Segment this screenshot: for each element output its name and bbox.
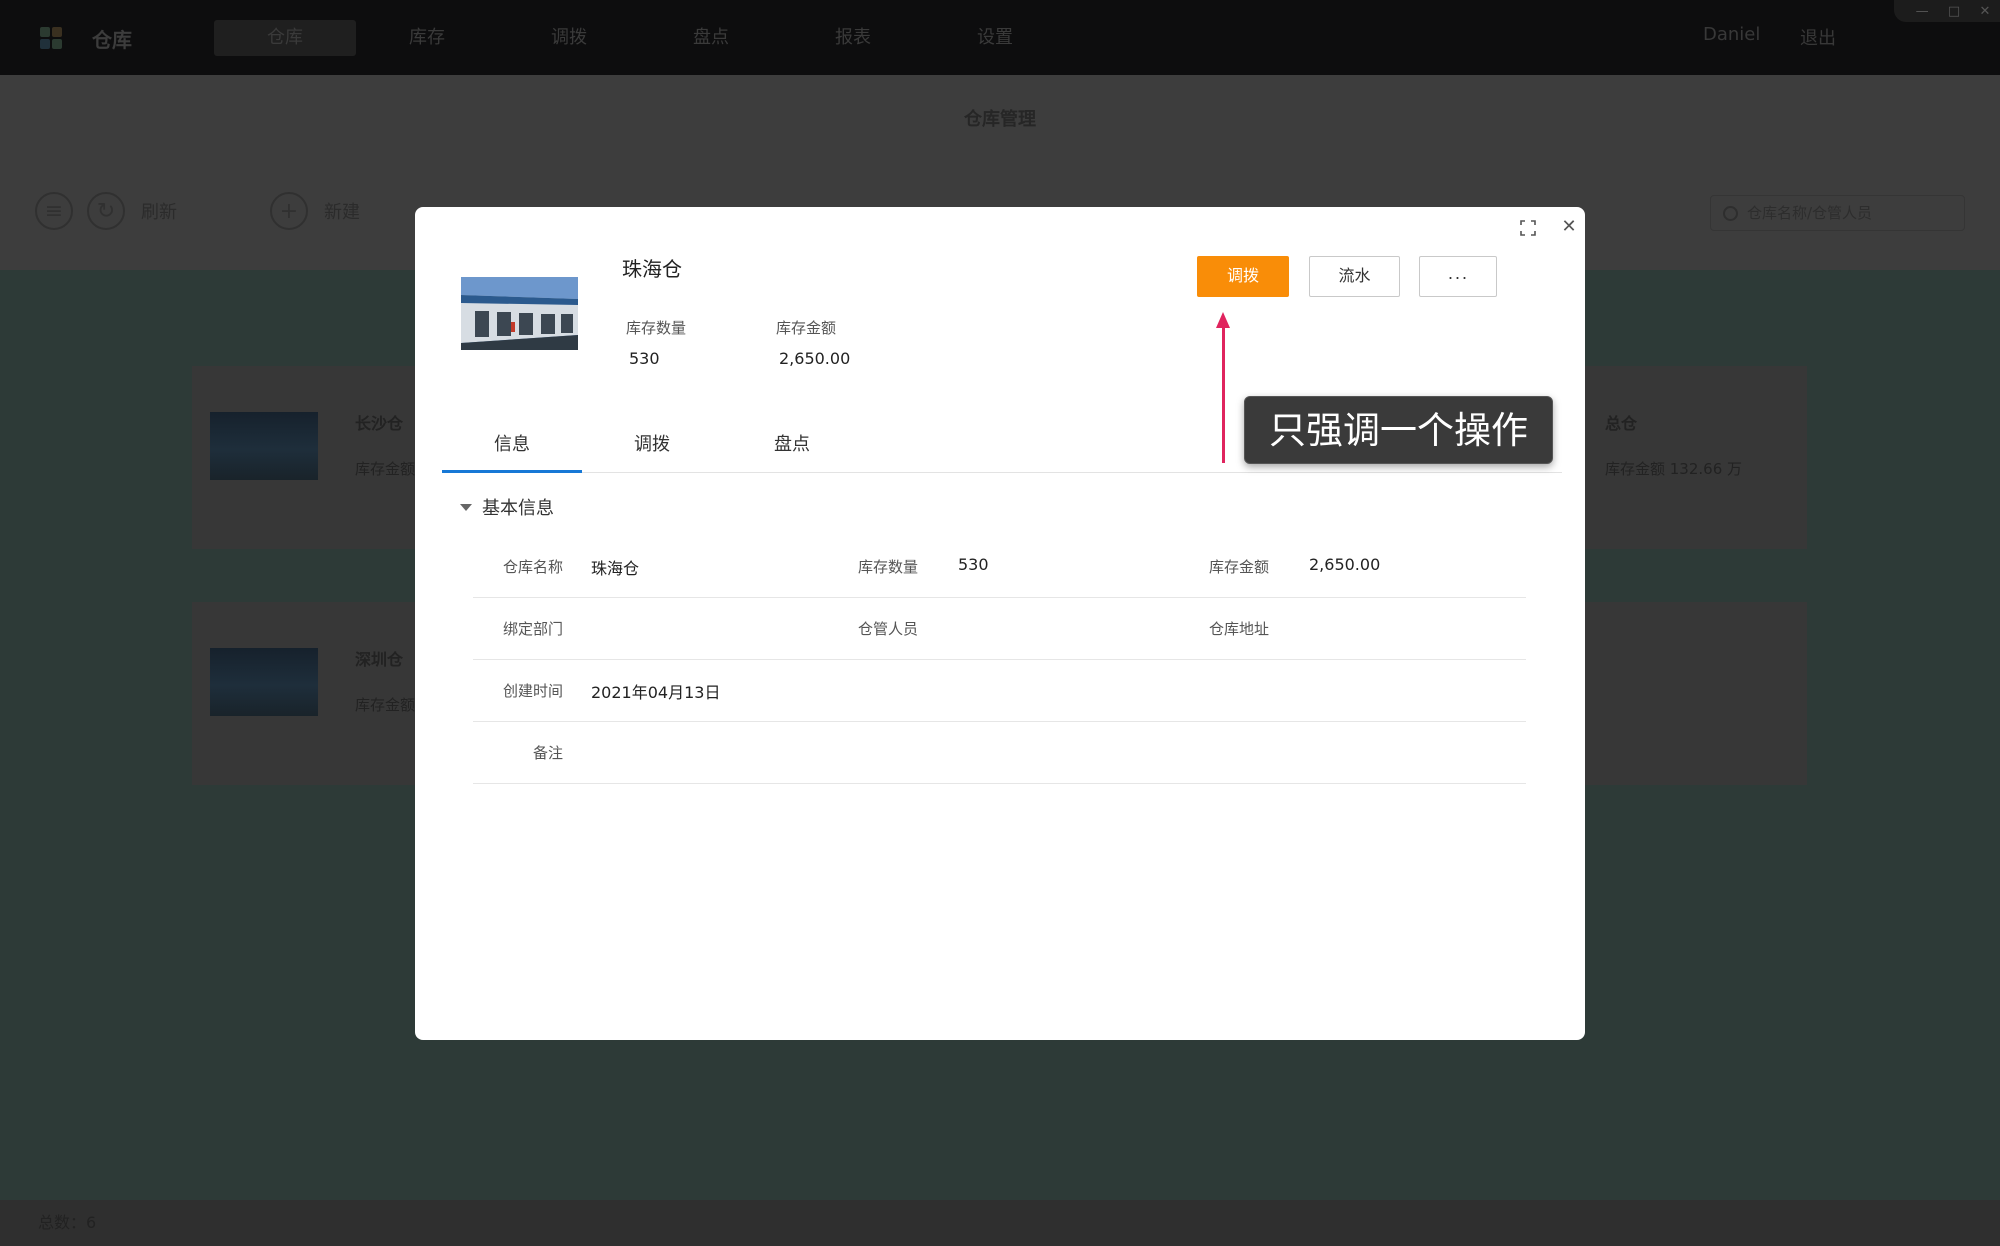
field-label: 仓库名称 — [502, 558, 563, 576]
field-value: 530 — [958, 555, 989, 574]
warehouse-card-amount-label: 库存金额 — [355, 696, 416, 714]
warehouse-card-name: 总仓 — [1605, 414, 1638, 433]
app-title: 仓库 — [92, 28, 132, 52]
footer-total: 总数：6 — [0, 1200, 2000, 1246]
nav-item-settings[interactable]: 设置 — [924, 20, 1066, 56]
tab-transfer[interactable]: 调拨 — [582, 425, 722, 473]
field-label: 仓管人员 — [857, 620, 918, 638]
nav-item-stocktake[interactable]: 盘点 — [640, 20, 782, 56]
field-value: 2,650.00 — [1309, 555, 1381, 574]
close-window-icon[interactable]: ✕ — [1979, 4, 1990, 19]
warehouse-detail-dialog: ✕ 珠海仓 库存数量 530 库存金额 2,650.00 调拨 流水 ··· 信… — [415, 207, 1585, 1040]
info-row: 备注 — [473, 721, 1526, 784]
field-label: 绑定部门 — [502, 620, 563, 638]
field-label: 备注 — [532, 744, 563, 762]
stock-quantity-value: 530 — [629, 349, 660, 368]
refresh-tool[interactable]: ↻ 刷新 — [87, 192, 177, 230]
transfer-button[interactable]: 调拨 — [1197, 256, 1289, 297]
annotation-arrow — [1222, 323, 1225, 463]
field-label: 仓库地址 — [1208, 620, 1269, 638]
maximize-icon[interactable]: □ — [1948, 4, 1960, 19]
list-menu-icon[interactable]: ≡ — [35, 192, 73, 230]
warehouse-card-amount: 库存金额 132.66 万 — [1605, 460, 1743, 478]
refresh-icon[interactable]: ↻ — [87, 192, 125, 230]
section-title: 基本信息 — [482, 498, 554, 519]
warehouse-thumbnail — [210, 648, 318, 716]
close-icon[interactable]: ✕ — [1560, 218, 1578, 236]
info-row: 仓库名称 珠海仓 库存数量 530 库存金额 2,650.00 — [473, 535, 1526, 598]
new-label[interactable]: 新建 — [324, 198, 360, 224]
top-bar: 仓库 仓库 库存 调拨 盘点 报表 设置 Daniel 退出 — □ ✕ — [0, 0, 2000, 75]
info-row: 绑定部门 仓管人员 仓库地址 — [473, 597, 1526, 660]
nav-item-inventory[interactable]: 库存 — [356, 20, 498, 56]
refresh-label[interactable]: 刷新 — [141, 198, 177, 224]
tab-info[interactable]: 信息 — [442, 425, 582, 473]
info-row: 创建时间 2021年04月13日 — [473, 659, 1526, 722]
field-label: 库存金额 — [1208, 558, 1269, 576]
main-nav: 仓库 库存 调拨 盘点 报表 设置 — [214, 20, 1066, 56]
tab-stocktake[interactable]: 盘点 — [722, 425, 862, 473]
field-value: 珠海仓 — [591, 559, 640, 578]
new-tool[interactable]: + 新建 — [270, 192, 360, 230]
annotation-callout: 只强调一个操作 — [1244, 396, 1553, 464]
menu-tool[interactable]: ≡ — [35, 192, 73, 230]
flow-button[interactable]: 流水 — [1309, 256, 1400, 297]
app-logo-icon — [40, 27, 62, 49]
logout-link[interactable]: 退出 — [1800, 24, 1836, 50]
user-name[interactable]: Daniel — [1703, 24, 1760, 45]
warehouse-photo — [461, 277, 578, 350]
stock-amount-label: 库存金额 — [776, 319, 837, 337]
expand-icon[interactable] — [1520, 220, 1536, 236]
section-basic-info[interactable]: 基本信息 — [460, 494, 554, 520]
more-button[interactable]: ··· — [1419, 256, 1497, 297]
warehouse-card-amount-label: 库存金额 — [355, 460, 416, 478]
field-value: 2021年04月13日 — [591, 683, 721, 702]
warehouse-card-name: 长沙仓 — [355, 414, 404, 433]
plus-icon[interactable]: + — [270, 192, 308, 230]
nav-item-transfer[interactable]: 调拨 — [498, 20, 640, 56]
page-title: 仓库管理 — [964, 109, 1036, 130]
window-controls: — □ ✕ — [1894, 0, 2000, 22]
nav-item-warehouse[interactable]: 仓库 — [214, 20, 356, 56]
minimize-icon[interactable]: — — [1916, 4, 1929, 19]
stock-amount-value: 2,650.00 — [779, 349, 851, 368]
field-label: 库存数量 — [857, 558, 918, 576]
warehouse-card-name: 深圳仓 — [355, 650, 404, 669]
field-label: 创建时间 — [502, 682, 563, 700]
warehouse-thumbnail — [210, 412, 318, 480]
caret-down-icon — [460, 503, 472, 511]
nav-item-reports[interactable]: 报表 — [782, 20, 924, 56]
search-input[interactable]: 仓库名称/仓管人员 — [1710, 195, 1965, 231]
stock-quantity-label: 库存数量 — [626, 319, 687, 337]
warehouse-name: 珠海仓 — [622, 257, 682, 281]
